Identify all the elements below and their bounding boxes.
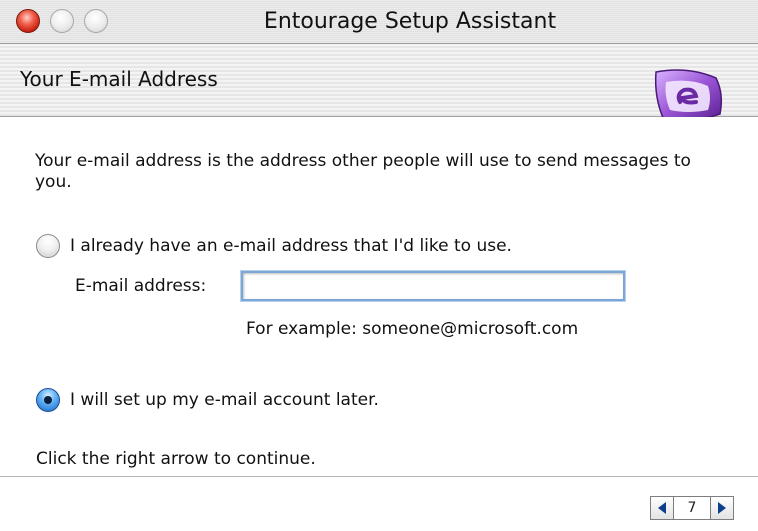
- zoom-button[interactable]: [84, 9, 108, 33]
- radio-existing-address-label[interactable]: I already have an e-mail address that I'…: [70, 235, 512, 257]
- page-title: Your E-mail Address: [20, 67, 218, 91]
- navigation-footer: 7: [0, 476, 758, 531]
- right-arrow-icon: [718, 502, 726, 514]
- email-field[interactable]: [241, 271, 625, 301]
- instruction-text: Click the right arrow to continue.: [36, 449, 316, 469]
- assistant-header: Your E-mail Address: [0, 44, 758, 122]
- intro-text: Your e-mail address is the address other…: [35, 151, 691, 192]
- radio-setup-later[interactable]: [36, 388, 60, 412]
- window-title: Entourage Setup Assistant: [263, 9, 557, 34]
- assistant-content: Your e-mail address is the address other…: [0, 117, 758, 476]
- title-bar[interactable]: Entourage Setup Assistant: [0, 0, 758, 44]
- left-arrow-icon: [658, 502, 666, 514]
- page-number: 7: [674, 496, 710, 520]
- radio-setup-later-label[interactable]: I will set up my e-mail account later.: [70, 389, 379, 411]
- email-example-text: For example: someone@microsoft.com: [246, 319, 579, 339]
- next-page-button[interactable]: [710, 496, 734, 520]
- previous-page-button[interactable]: [650, 496, 674, 520]
- close-button[interactable]: [16, 9, 40, 33]
- radio-existing-address[interactable]: [36, 234, 60, 258]
- minimize-button[interactable]: [50, 9, 74, 33]
- email-field-label: E-mail address:: [75, 276, 207, 296]
